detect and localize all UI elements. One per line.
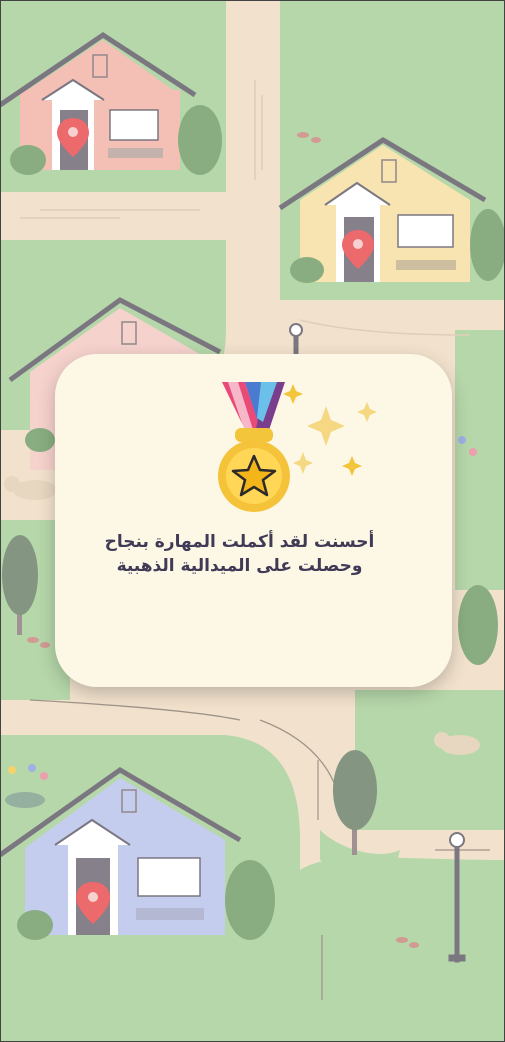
gold-medal-star-icon — [218, 382, 377, 512]
game-screen: أحسنت لقد أكملت المهارة بنجاح وحصلت على … — [0, 0, 505, 1042]
message-line-2: وحصلت على الميدالية الذهبية — [116, 556, 363, 576]
achievement-message: أحسنت لقد أكملت المهارة بنجاح وحصلت على … — [75, 530, 404, 578]
achievement-dialog: أحسنت لقد أكملت المهارة بنجاح وحصلت على … — [55, 354, 452, 687]
message-line-1: أحسنت لقد أكملت المهارة بنجاح — [104, 532, 375, 552]
